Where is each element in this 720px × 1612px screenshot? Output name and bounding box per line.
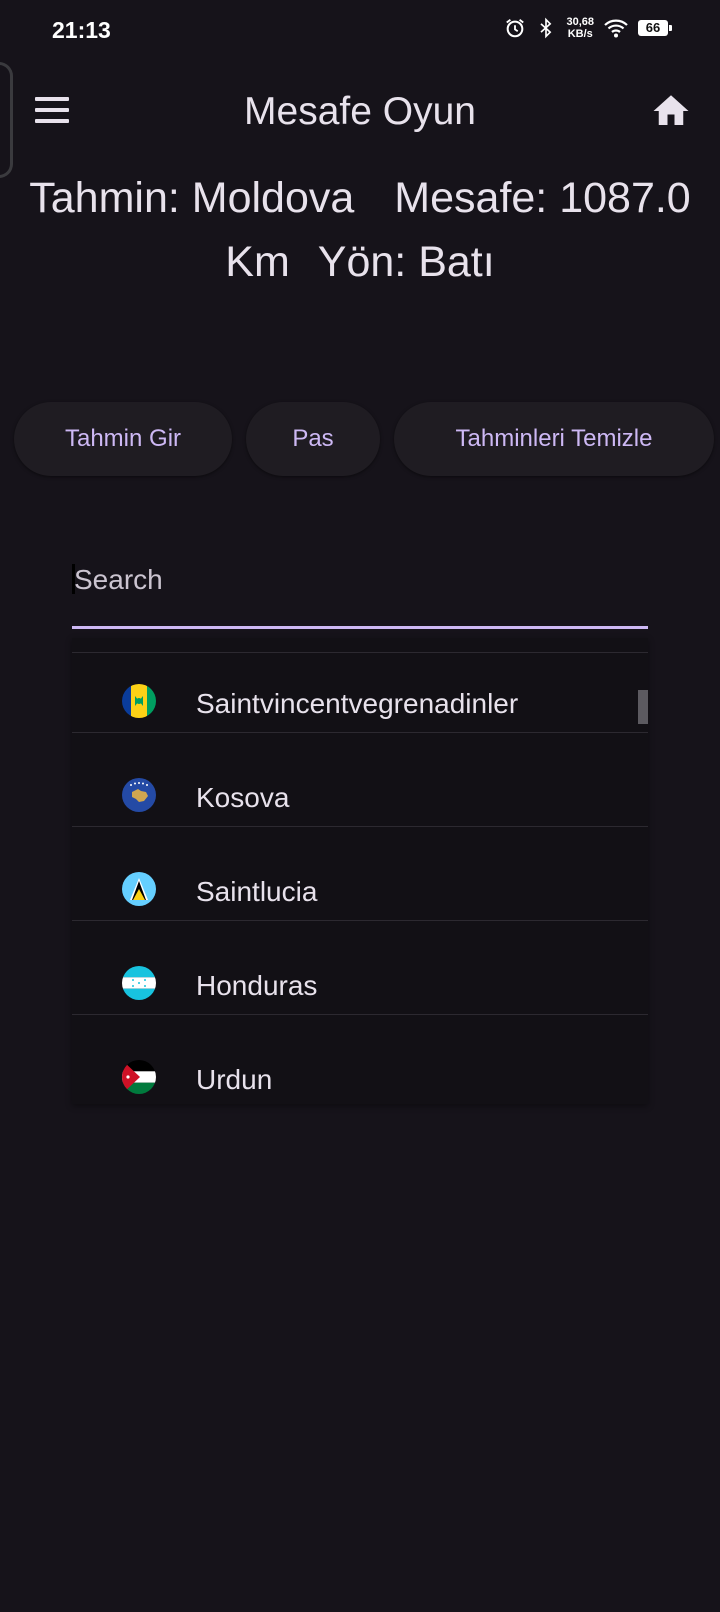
search-placeholder: Search xyxy=(74,564,163,595)
status-bar: 21:13 30,68 KB/s 66 xyxy=(0,0,720,62)
list-item[interactable]: Urdun xyxy=(72,1014,648,1104)
network-speed-value: 30,68 xyxy=(566,16,594,28)
network-speed: 30,68 KB/s xyxy=(566,16,594,40)
flag-honduras-icon xyxy=(122,966,156,1000)
guess-distance: Mesafe: 1087.0 xyxy=(394,174,691,222)
wifi-icon xyxy=(604,18,628,38)
submit-guess-button[interactable]: Tahmin Gir xyxy=(14,402,232,476)
status-icons: 30,68 KB/s 66 xyxy=(504,16,672,40)
distance-unit: Km xyxy=(225,238,290,286)
battery-indicator: 66 xyxy=(638,20,672,36)
alarm-icon xyxy=(504,17,526,39)
guess-direction: Yön: Batı xyxy=(317,238,495,286)
action-buttons: Tahmin Gir Pas Tahminleri Temizle xyxy=(14,402,714,476)
clear-guesses-button[interactable]: Tahminleri Temizle xyxy=(394,402,714,476)
country-name: Kosova xyxy=(196,782,290,813)
flag-saint-lucia-icon xyxy=(122,872,156,906)
country-name: Saintlucia xyxy=(196,876,318,907)
bluetooth-icon xyxy=(536,17,556,39)
pass-button[interactable]: Pas xyxy=(246,402,380,476)
guess-country: Tahmin: Moldova xyxy=(29,174,355,222)
country-name: Honduras xyxy=(196,970,318,1001)
flag-kosovo-icon xyxy=(122,778,156,812)
list-item[interactable]: Honduras xyxy=(72,920,648,1015)
screen: 21:13 30,68 KB/s 66 Mesafe Oyun Tahmin: … xyxy=(0,0,720,1612)
network-speed-unit: KB/s xyxy=(567,28,593,40)
search-input[interactable]: Search xyxy=(72,550,648,629)
home-icon[interactable] xyxy=(650,90,692,132)
flag-jordan-icon xyxy=(122,1060,156,1094)
country-name: Urdun xyxy=(196,1064,273,1095)
guess-result: Tahmin: Moldova Mesafe: 1087.0 Km Yön: Bat… xyxy=(0,166,720,294)
list-item[interactable]: Kosova xyxy=(72,732,648,827)
status-time: 21:13 xyxy=(52,17,111,43)
country-name: Saintvincentvegrenadinler xyxy=(196,688,519,719)
flag-saint-vincent-icon xyxy=(122,684,156,718)
country-suggestion-list[interactable]: Saintvincentvegrenadinler Kosova Saintlu… xyxy=(72,638,648,1104)
list-item[interactable]: Saintvincentvegrenadinler xyxy=(72,638,648,733)
app-title: Mesafe Oyun xyxy=(244,90,476,133)
list-scrollbar[interactable] xyxy=(638,690,648,724)
list-item[interactable]: Saintlucia xyxy=(72,826,648,921)
app-bar: Mesafe Oyun xyxy=(0,72,720,152)
